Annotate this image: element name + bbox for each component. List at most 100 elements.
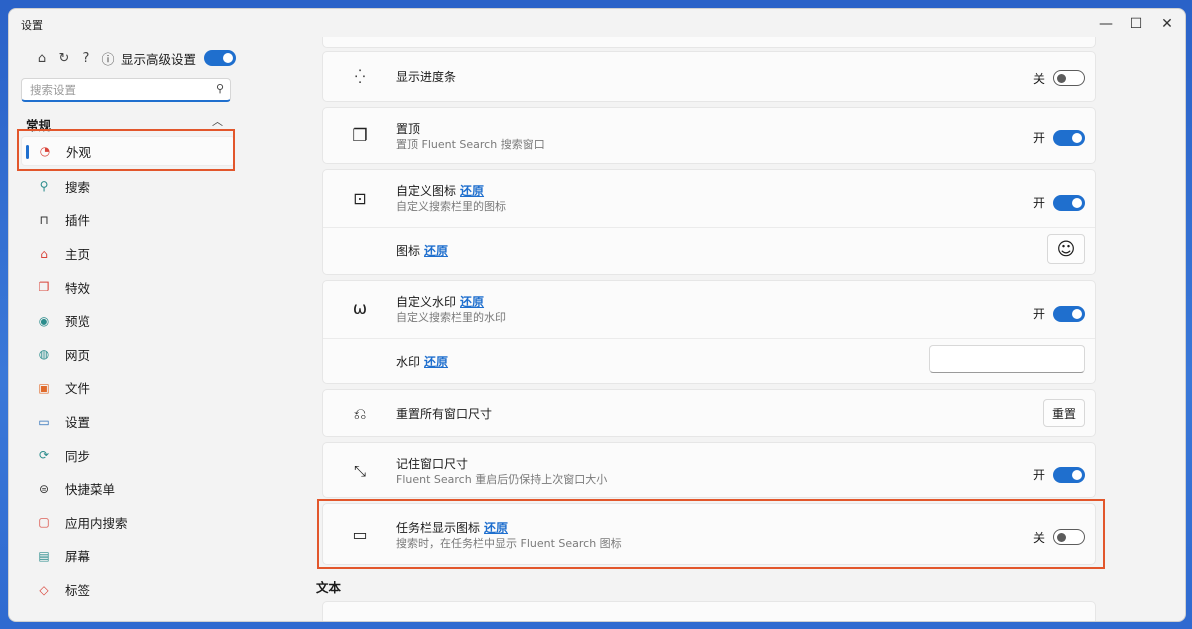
watermark-input[interactable] xyxy=(929,345,1085,373)
setting-title: 记住窗口尺寸 xyxy=(396,457,469,471)
search-input[interactable] xyxy=(28,79,202,101)
close-icon[interactable]: ✕ xyxy=(1152,13,1182,35)
sidebar-item-in-app-search[interactable]: ▢ 应用内搜索 xyxy=(21,506,235,540)
sidebar-nav: ◔ 外观 ⚲ 搜索 ⊓ 插件 ⌂ 主页 ❐ 特效 ◉ 预览 ◍ 网页 ▣ 文件 xyxy=(21,136,235,606)
search-icon[interactable]: ⚲ xyxy=(216,82,224,95)
title-text: 自定义图标 xyxy=(396,184,457,198)
help-icon[interactable]: ? xyxy=(75,48,97,68)
sidebar-item-label: 插件 xyxy=(65,213,91,229)
sidebar-item-label: 主页 xyxy=(65,247,91,263)
toggle-state: 开 xyxy=(1032,131,1045,145)
remember-size-toggle[interactable] xyxy=(1053,467,1085,483)
shrink-icon: ⤡ xyxy=(353,462,366,480)
reset-link[interactable]: 还原 xyxy=(424,355,448,369)
settings-card-partial-bottom xyxy=(322,601,1096,621)
section-text: 文本 xyxy=(316,580,342,595)
setting-row-icon: 图标 还原 ☺ xyxy=(323,228,1095,276)
store-icon[interactable]: ⌂ xyxy=(31,48,53,68)
plugin-icon: ⊓ xyxy=(39,212,49,227)
screen-icon: ▤ xyxy=(38,548,50,563)
info-icon[interactable]: ⓘ xyxy=(97,48,119,68)
sidebar-item-web[interactable]: ◍ 网页 xyxy=(21,338,235,372)
image-icon: ⊡ xyxy=(353,188,367,208)
highlight-box-taskbar xyxy=(317,499,1105,569)
setting-row-progress: ⁛ 显示进度条 关 xyxy=(323,52,1095,103)
sidebar-toolbar: ⌂ ↻ ? ⓘ 显示高级设置 xyxy=(31,48,237,68)
sidebar-item-screen[interactable]: ▤ 屏幕 xyxy=(21,539,235,573)
sidebar-item-label: 标签 xyxy=(65,583,91,599)
topmost-toggle[interactable] xyxy=(1053,130,1085,146)
sidebar-item-label: 应用内搜索 xyxy=(65,515,128,531)
setting-row-custom-watermark: ω 自定义水印 还原 自定义搜索栏里的水印 开 xyxy=(323,281,1095,337)
toggle-state: 开 xyxy=(1032,307,1045,321)
sidebar-item-label: 特效 xyxy=(65,280,91,296)
settings-card-partial xyxy=(322,37,1096,48)
toggle-state: 开 xyxy=(1032,468,1045,482)
setting-row-remember-size: ⤡ 记住窗口尺寸 Fluent Search 重启后仍保持上次窗口大小 开 xyxy=(323,443,1095,499)
sidebar-item-effects[interactable]: ❐ 特效 xyxy=(21,270,235,304)
sidebar-item-label: 快捷菜单 xyxy=(65,482,116,498)
sidebar-item-label: 文件 xyxy=(65,381,91,397)
menu-icon: ⊜ xyxy=(38,481,50,496)
setting-title: 自定义水印 还原 xyxy=(396,293,484,310)
toggle-state: 关 xyxy=(1032,72,1045,86)
sidebar-item-search[interactable]: ⚲ 搜索 xyxy=(21,170,235,204)
reset-link[interactable]: 还原 xyxy=(460,184,484,198)
sidebar-item-label: 网页 xyxy=(65,347,91,363)
settings-card-watermark: ω 自定义水印 还原 自定义搜索栏里的水印 开 水印 还原 xyxy=(322,280,1096,384)
sidebar-item-sync[interactable]: ⟳ 同步 xyxy=(21,438,235,472)
title-text: 自定义水印 xyxy=(396,295,457,309)
highlight-box-appearance xyxy=(17,129,235,171)
custom-icon-toggle[interactable] xyxy=(1053,195,1085,211)
reset-link[interactable]: 还原 xyxy=(460,295,484,309)
setting-row-reset-windows: ⎌ 重置所有窗口尺寸 重置 xyxy=(323,390,1095,438)
reset-button[interactable]: 重置 xyxy=(1043,399,1085,427)
reset-link[interactable]: 还原 xyxy=(424,244,448,258)
show-advanced-label: 显示高级设置 xyxy=(121,51,197,67)
title-text: 水印 xyxy=(396,355,421,369)
sidebar-item-label: 屏幕 xyxy=(65,549,91,565)
sidebar-item-tags[interactable]: ◇ 标签 xyxy=(21,573,235,607)
maximize-icon[interactable]: ☐ xyxy=(1121,13,1151,35)
title-text: 图标 xyxy=(396,244,421,258)
setting-title: 置顶 xyxy=(396,122,421,136)
smiley-icon: ☺ xyxy=(1056,238,1076,260)
settings-card-topmost: ❐ 置顶 置顶 Fluent Search 搜索窗口 开 xyxy=(322,107,1096,164)
window-title: 设置 xyxy=(21,19,43,32)
search-settings-box[interactable]: ⚲ xyxy=(21,78,231,102)
setting-desc: 自定义搜索栏里的图标 xyxy=(396,200,506,213)
home-icon: ⌂ xyxy=(40,246,48,261)
show-advanced-toggle[interactable] xyxy=(204,50,237,66)
globe-icon: ◍ xyxy=(38,347,50,362)
file-icon: ▣ xyxy=(38,380,50,395)
setting-desc: 置顶 Fluent Search 搜索窗口 xyxy=(396,138,545,151)
history-icon[interactable]: ↻ xyxy=(53,48,75,68)
spinner-icon: ⁛ xyxy=(354,69,366,85)
sidebar-item-label: 搜索 xyxy=(65,179,91,195)
app-search-icon: ▢ xyxy=(38,515,50,530)
sidebar-item-home[interactable]: ⌂ 主页 xyxy=(21,237,235,271)
icon-picker-button[interactable]: ☺ xyxy=(1047,234,1085,264)
toggle-state: 开 xyxy=(1032,196,1045,210)
setting-title: 图标 还原 xyxy=(396,242,448,259)
settings-card-reset-windows: ⎌ 重置所有窗口尺寸 重置 xyxy=(322,389,1096,437)
reset-window-icon: ⎌ xyxy=(353,404,367,423)
sidebar-item-settings[interactable]: ▭ 设置 xyxy=(21,405,235,439)
effects-icon: ❐ xyxy=(38,280,50,295)
sync-icon: ⟳ xyxy=(38,448,50,463)
setting-row-topmost: ❐ 置顶 置顶 Fluent Search 搜索窗口 开 xyxy=(323,108,1095,165)
sidebar-item-plugins[interactable]: ⊓ 插件 xyxy=(21,203,235,237)
laptop-icon: ▭ xyxy=(38,414,50,429)
progress-toggle[interactable] xyxy=(1053,70,1085,86)
chevron-up-icon[interactable]: ︿ xyxy=(212,113,223,129)
sidebar-item-quick-menu[interactable]: ⊜ 快捷菜单 xyxy=(21,472,235,506)
sidebar-item-files[interactable]: ▣ 文件 xyxy=(21,371,235,405)
custom-watermark-toggle[interactable] xyxy=(1053,306,1085,322)
setting-row-custom-icon: ⊡ 自定义图标 还原 自定义搜索栏里的图标 开 xyxy=(323,170,1095,226)
setting-title: 水印 还原 xyxy=(396,353,448,370)
minimize-icon[interactable]: — xyxy=(1091,13,1121,35)
sidebar-item-label: 同步 xyxy=(65,448,91,464)
tag-icon: ◇ xyxy=(39,582,49,597)
sidebar-item-preview[interactable]: ◉ 预览 xyxy=(21,304,235,338)
setting-desc: Fluent Search 重启后仍保持上次窗口大小 xyxy=(396,473,608,486)
